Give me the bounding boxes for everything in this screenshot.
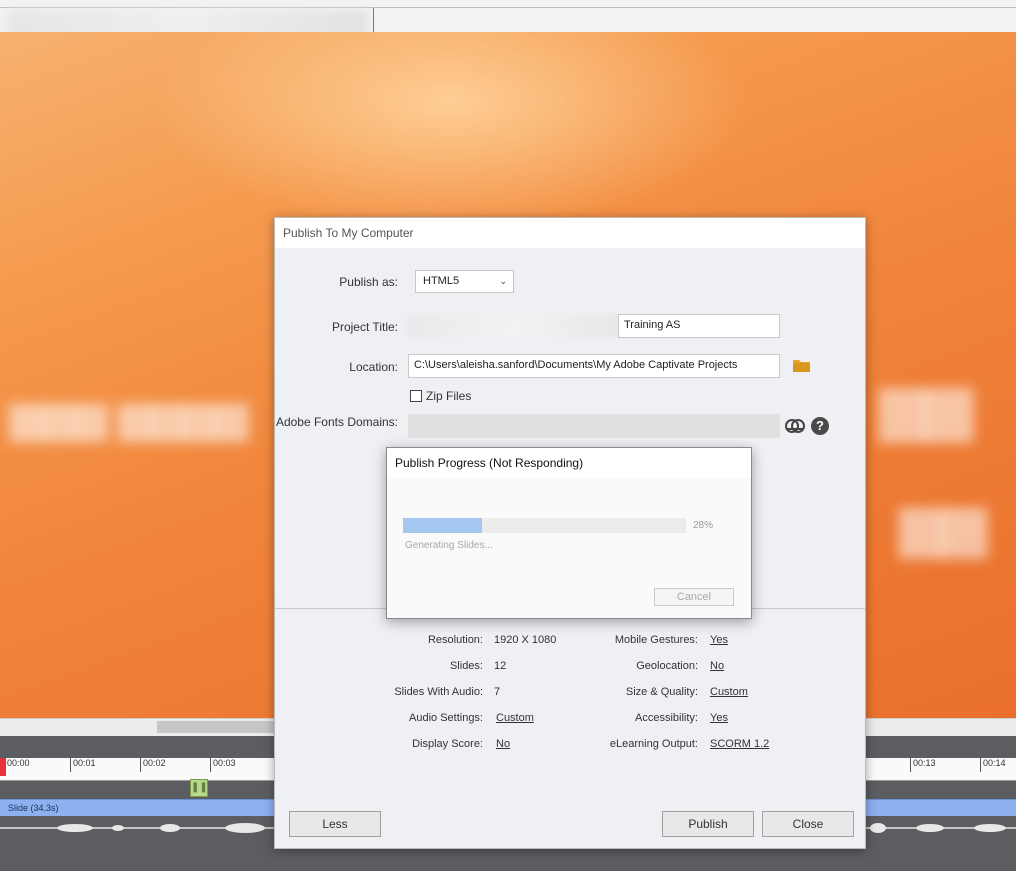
less-button[interactable]: Less	[289, 811, 381, 837]
pause-marker-icon[interactable]: ❚❚	[190, 779, 208, 797]
accessibility-link[interactable]: Yes	[710, 712, 728, 724]
audio-settings-label: Audio Settings:	[409, 712, 483, 724]
timeline-tick: 00:01	[70, 758, 96, 772]
timeline-tick: 00:13	[910, 758, 936, 772]
size-quality-label: Size & Quality:	[625, 686, 698, 698]
top-strip	[0, 0, 1016, 46]
geolocation-label: Geolocation:	[636, 660, 698, 672]
zip-files-checkbox[interactable]	[410, 390, 422, 402]
zip-files-label: Zip Files	[426, 389, 472, 403]
blurred-slide-text-right: ▆▆	[880, 373, 973, 440]
timeline-tick: 00:00	[4, 758, 30, 772]
elearning-output-link[interactable]: SCORM 1.2	[710, 738, 769, 750]
publish-button[interactable]: Publish	[662, 811, 754, 837]
publish-progress-dialog: Publish Progress (Not Responding) 28% Ge…	[386, 447, 752, 619]
top-divider-line	[0, 7, 1016, 8]
accessibility-label: Accessibility:	[635, 712, 698, 724]
cancel-button[interactable]: Cancel	[654, 588, 734, 606]
mobile-gestures-link[interactable]: Yes	[710, 634, 728, 646]
fonts-domains-field[interactable]	[408, 414, 780, 438]
elearning-output-label: eLearning Output:	[609, 738, 698, 750]
display-score-label: Display Score:	[412, 738, 483, 750]
display-score-link[interactable]: No	[496, 738, 510, 750]
progress-bar-fill	[403, 518, 483, 533]
stage-glow	[150, 32, 750, 232]
progress-title: Publish Progress (Not Responding)	[395, 456, 584, 470]
location-label: Location:	[349, 360, 398, 374]
playhead-marker[interactable]	[0, 758, 6, 776]
publish-as-value: HTML5	[423, 275, 460, 287]
slides-audio-label: Slides With Audio:	[394, 686, 483, 698]
project-title-input[interactable]: Training AS	[618, 314, 780, 338]
blurred-title-prefix	[408, 314, 620, 338]
mobile-gestures-label: Mobile Gestures:	[614, 634, 698, 646]
location-input[interactable]: C:\Users\aleisha.sanford\Documents\My Ad…	[408, 354, 780, 378]
dialog-title: Publish To My Computer	[283, 226, 414, 240]
slides-value: 12	[494, 660, 507, 672]
scrollbar-thumb[interactable]	[157, 721, 287, 733]
chevron-down-icon: ⌄	[499, 276, 507, 286]
help-icon[interactable]: ?	[811, 417, 829, 435]
progress-status: Generating Slides...	[405, 540, 493, 551]
folder-icon[interactable]	[793, 358, 810, 372]
blurred-slide-text-right-2: ▆▆	[900, 493, 987, 556]
creative-cloud-icon[interactable]	[784, 418, 806, 434]
resolution-label: Resolution:	[427, 634, 483, 646]
progress-titlebar[interactable]: Publish Progress (Not Responding)	[387, 448, 751, 478]
slides-audio-value: 7	[494, 686, 501, 698]
publish-as-select[interactable]: HTML5 ⌄	[415, 270, 514, 293]
publish-as-label: Publish as:	[339, 275, 398, 289]
timeline-tick: 00:14	[980, 758, 1006, 772]
timeline-tick: 00:03	[210, 758, 236, 772]
timeline-tick: 00:02	[140, 758, 166, 772]
progress-percent: 28%	[693, 520, 714, 531]
fonts-domains-label: Adobe Fonts Domains:	[275, 415, 398, 429]
slides-label: Slides:	[449, 660, 483, 672]
toolbar-separator	[373, 8, 374, 32]
blurred-slide-text-left: ▆▆▆ ▆▆▆▆	[10, 393, 248, 440]
dialog-titlebar[interactable]: Publish To My Computer	[275, 218, 865, 248]
project-title-label: Project Title:	[331, 320, 398, 334]
geolocation-link[interactable]: No	[710, 660, 724, 672]
close-button[interactable]: Close	[762, 811, 854, 837]
progress-bar	[403, 518, 686, 533]
size-quality-link[interactable]: Custom	[710, 686, 748, 698]
